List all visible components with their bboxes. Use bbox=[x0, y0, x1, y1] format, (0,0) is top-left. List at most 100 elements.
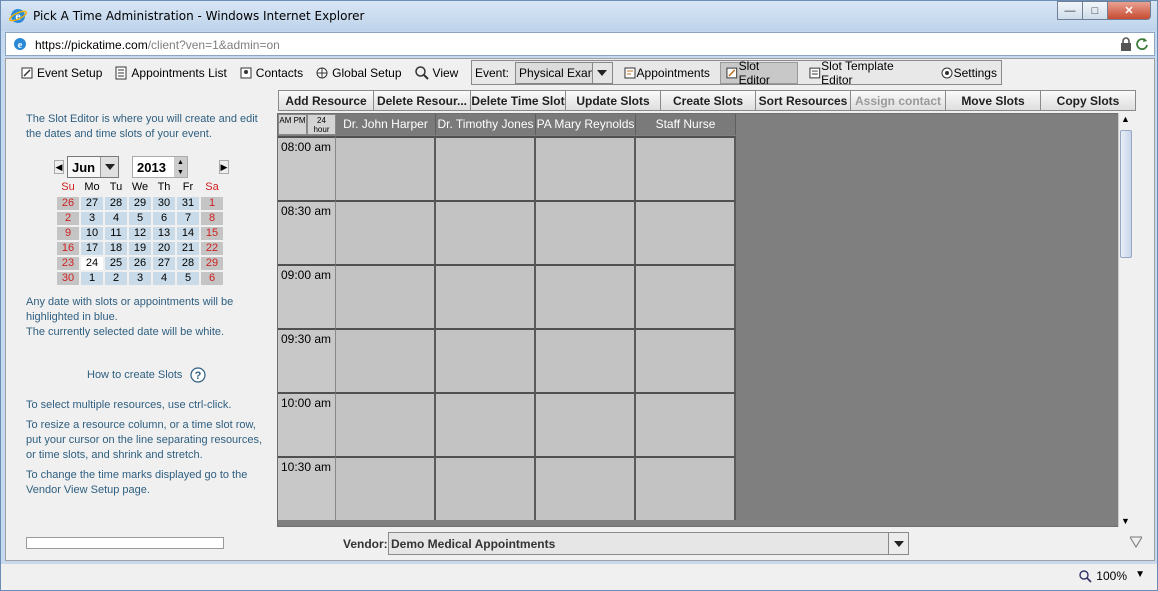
calendar-day[interactable]: 28 bbox=[177, 257, 199, 270]
year-spinner[interactable]: 2013 ▲ ▼ bbox=[132, 156, 188, 178]
slot-cell[interactable] bbox=[636, 392, 736, 456]
calendar-day[interactable]: 6 bbox=[201, 272, 223, 285]
resource-column-header[interactable]: Dr. Timothy Jones bbox=[436, 114, 536, 135]
calendar-day[interactable]: 26 bbox=[57, 197, 79, 210]
slot-cell[interactable] bbox=[636, 136, 736, 200]
calendar-day[interactable]: 22 bbox=[201, 242, 223, 255]
calendar-day[interactable]: 1 bbox=[81, 272, 103, 285]
calendar-day[interactable]: 27 bbox=[81, 197, 103, 210]
scroll-thumb[interactable] bbox=[1120, 130, 1132, 258]
menu-view[interactable]: View bbox=[408, 62, 465, 84]
slot-cell[interactable] bbox=[536, 328, 636, 392]
time-slot-row[interactable]: 09:30 am bbox=[278, 328, 736, 392]
calendar-day[interactable]: 30 bbox=[57, 272, 79, 285]
calendar-day[interactable]: 6 bbox=[153, 212, 175, 225]
calendar-day[interactable]: 2 bbox=[57, 212, 79, 225]
tab-appointments[interactable]: Appointments bbox=[619, 62, 714, 84]
slot-cell[interactable] bbox=[436, 136, 536, 200]
help-icon[interactable]: ? bbox=[190, 367, 206, 383]
menu-contacts[interactable]: Contacts bbox=[233, 62, 309, 84]
slot-cell[interactable] bbox=[636, 456, 736, 520]
resource-column-header[interactable]: Dr. John Harper bbox=[336, 114, 436, 135]
calendar-day[interactable]: 16 bbox=[57, 242, 79, 255]
slot-cell[interactable] bbox=[436, 456, 536, 520]
copy-slots-button[interactable]: Copy Slots bbox=[1040, 90, 1136, 111]
calendar-day[interactable]: 23 bbox=[57, 257, 79, 270]
calendar-day[interactable]: 26 bbox=[129, 257, 151, 270]
slot-cell[interactable] bbox=[336, 328, 436, 392]
slot-cell[interactable] bbox=[636, 200, 736, 264]
calendar-day[interactable]: 4 bbox=[153, 272, 175, 285]
calendar-day[interactable]: 17 bbox=[81, 242, 103, 255]
slot-cell[interactable] bbox=[636, 328, 736, 392]
calendar-day[interactable]: 5 bbox=[177, 272, 199, 285]
time-slot-row[interactable]: 08:00 am bbox=[278, 136, 736, 200]
calendar-day[interactable]: 7 bbox=[177, 212, 199, 225]
calendar-day[interactable]: 3 bbox=[81, 212, 103, 225]
tab-slot-template-editor[interactable]: Slot Template Editor bbox=[804, 59, 930, 87]
menu-global-setup[interactable]: Global Setup bbox=[309, 62, 407, 84]
maximize-button[interactable]: □ bbox=[1082, 1, 1108, 20]
calendar-day[interactable]: 31 bbox=[177, 197, 199, 210]
resource-column-header[interactable]: Staff Nurse bbox=[636, 114, 736, 135]
next-month-button[interactable]: ▶ bbox=[219, 160, 229, 174]
lock-icon[interactable] bbox=[1120, 37, 1132, 51]
tab-slot-editor[interactable]: Slot Editor bbox=[719, 59, 798, 87]
chevron-down-icon[interactable] bbox=[100, 157, 118, 177]
add-resource-button[interactable]: Add Resource bbox=[278, 90, 374, 111]
time-slot-row[interactable]: 08:30 am bbox=[278, 200, 736, 264]
calendar-day[interactable]: 11 bbox=[105, 227, 127, 240]
calendar-day[interactable]: 13 bbox=[153, 227, 175, 240]
scroll-down-icon[interactable]: ▼ bbox=[1121, 516, 1130, 526]
slot-cell[interactable] bbox=[536, 200, 636, 264]
calendar-day[interactable]: 29 bbox=[129, 197, 151, 210]
close-button[interactable]: ✕ bbox=[1107, 1, 1151, 20]
prev-month-button[interactable]: ◀ bbox=[54, 160, 64, 174]
slot-cell[interactable] bbox=[536, 136, 636, 200]
calendar-day[interactable]: 12 bbox=[129, 227, 151, 240]
calendar-day[interactable]: 2 bbox=[105, 272, 127, 285]
delete-time-slot-button[interactable]: Delete Time Slot bbox=[470, 90, 566, 111]
calendar-day[interactable]: 27 bbox=[153, 257, 175, 270]
chevron-down-icon[interactable]: ▼ bbox=[1135, 569, 1145, 580]
time-slot-row[interactable]: 09:00 am bbox=[278, 264, 736, 328]
calendar-day[interactable]: 30 bbox=[153, 197, 175, 210]
slot-cell[interactable] bbox=[336, 136, 436, 200]
menu-event-setup[interactable]: Event Setup bbox=[14, 62, 108, 84]
calendar-day[interactable]: 4 bbox=[105, 212, 127, 225]
address-bar[interactable]: e https://pickatime.com/client?ven=1&adm… bbox=[5, 32, 1155, 56]
refresh-icon[interactable] bbox=[1135, 37, 1149, 51]
calendar-day[interactable]: 3 bbox=[129, 272, 151, 285]
url-text[interactable]: https://pickatime.com/client?ven=1&admin… bbox=[35, 38, 280, 52]
delete-resource-button[interactable]: Delete Resour... bbox=[373, 90, 471, 111]
24-hour-toggle[interactable]: 24 hour bbox=[307, 114, 336, 135]
sort-resources-button[interactable]: Sort Resources bbox=[755, 90, 851, 111]
slot-cell[interactable] bbox=[536, 456, 636, 520]
calendar-day[interactable]: 20 bbox=[153, 242, 175, 255]
slot-cell[interactable] bbox=[336, 264, 436, 328]
chevron-down-icon[interactable] bbox=[591, 62, 612, 83]
slot-grid[interactable]: AM PM 24 hour Dr. John Harper Dr. Timoth… bbox=[277, 113, 1133, 527]
calendar-day[interactable]: 18 bbox=[105, 242, 127, 255]
calendar-day[interactable]: 24 bbox=[81, 257, 103, 270]
slot-cell[interactable] bbox=[436, 200, 536, 264]
month-select[interactable]: Jun bbox=[67, 156, 119, 178]
chevron-down-icon[interactable] bbox=[888, 533, 908, 554]
scroll-up-icon[interactable]: ▲ bbox=[1121, 114, 1130, 124]
slot-cell[interactable] bbox=[436, 264, 536, 328]
tab-settings[interactable]: Settings bbox=[936, 62, 1001, 84]
how-to-link[interactable]: How to create Slots ? bbox=[87, 367, 267, 383]
slot-cell[interactable] bbox=[336, 200, 436, 264]
calendar-day[interactable]: 14 bbox=[177, 227, 199, 240]
slot-cell[interactable] bbox=[536, 392, 636, 456]
slot-cell[interactable] bbox=[436, 328, 536, 392]
zoom-control[interactable]: 100% bbox=[1078, 569, 1127, 583]
resource-column-header[interactable]: PA Mary Reynolds bbox=[536, 114, 636, 135]
move-slots-button[interactable]: Move Slots bbox=[945, 90, 1041, 111]
year-down-icon[interactable]: ▼ bbox=[174, 167, 187, 177]
time-slot-row[interactable]: 10:00 am bbox=[278, 392, 736, 456]
calendar-day[interactable]: 8 bbox=[201, 212, 223, 225]
slot-cell[interactable] bbox=[536, 264, 636, 328]
time-slot-row[interactable]: 10:30 am bbox=[278, 456, 736, 520]
assign-contact-button[interactable]: Assign contact bbox=[850, 90, 946, 111]
